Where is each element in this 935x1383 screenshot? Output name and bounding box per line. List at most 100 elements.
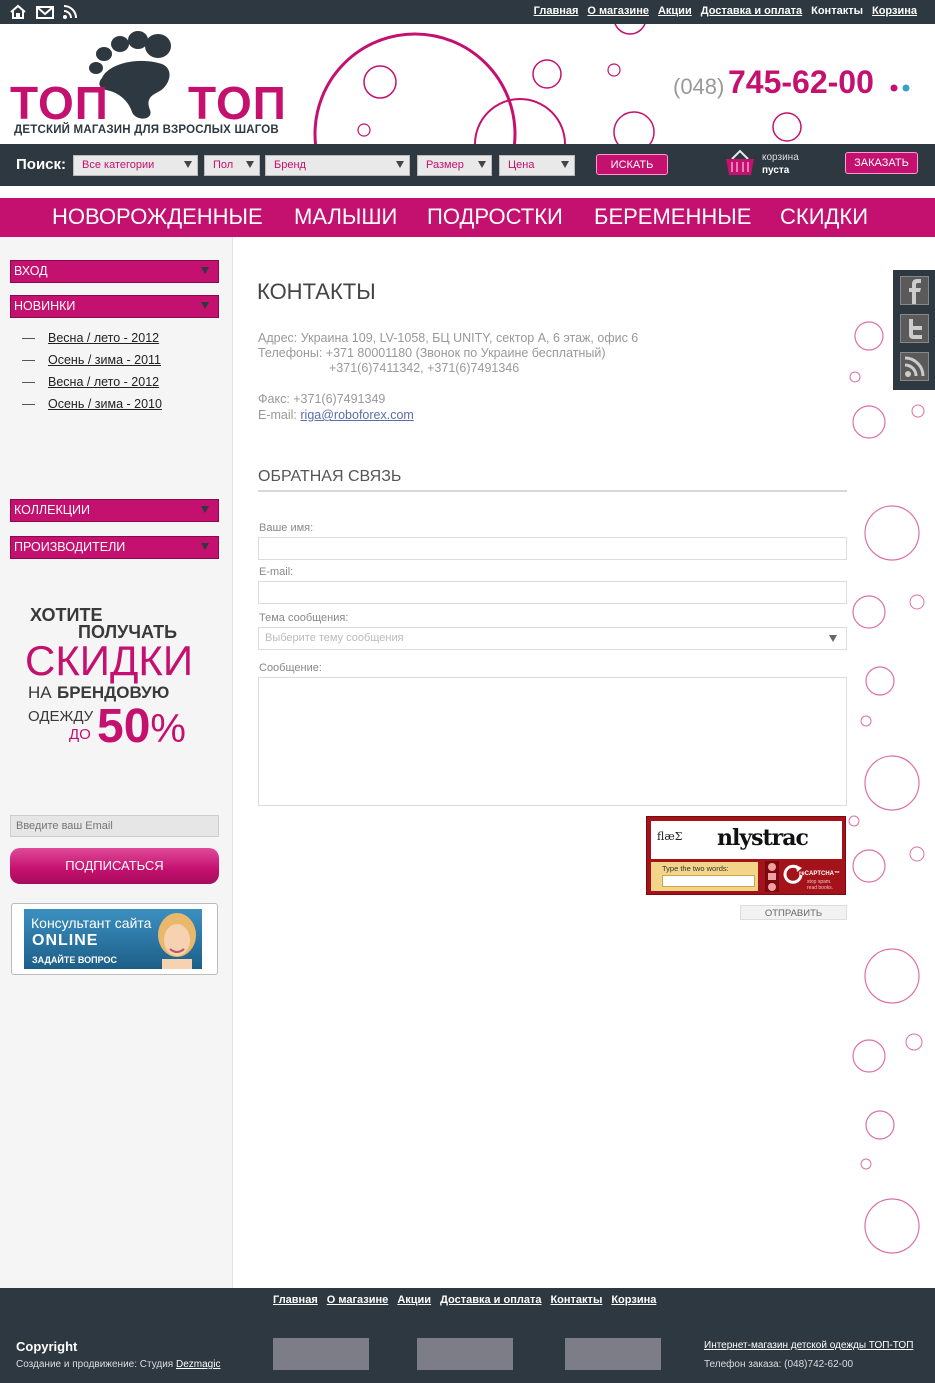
consultant-avatar bbox=[158, 913, 196, 969]
filter-price[interactable]: Цена bbox=[499, 155, 575, 176]
footer-banner-2[interactable] bbox=[417, 1338, 513, 1370]
message-label: Сообщение: bbox=[259, 662, 322, 674]
nav-pregnant[interactable]: БЕРЕМЕННЫЕ bbox=[594, 204, 751, 230]
footer-copyright: Copyright bbox=[16, 1339, 78, 1354]
consultant-banner[interactable]: Консультант сайта ONLINE ЗАДАЙТЕ ВОПРОС bbox=[11, 903, 218, 975]
mail-icon[interactable] bbox=[36, 4, 54, 20]
top-icons bbox=[10, 4, 78, 20]
captcha-word2: nlystrac bbox=[717, 825, 809, 851]
nav-babies[interactable]: МАЛЫШИ bbox=[294, 204, 397, 230]
subscribe-email-input[interactable] bbox=[10, 815, 219, 837]
top-nav-cart[interactable]: Корзина bbox=[872, 5, 917, 17]
dash bbox=[22, 338, 35, 339]
home-icon[interactable] bbox=[10, 4, 26, 20]
filter-brand[interactable]: Бренд bbox=[265, 155, 410, 176]
contact-phones-extra: +371(6)7411342, +371(6)7491346 bbox=[329, 361, 520, 375]
consultant-ask: ЗАДАЙТЕ ВОПРОС bbox=[32, 955, 117, 965]
message-textarea[interactable] bbox=[258, 677, 847, 806]
left-sidebar: ВХОД НОВИНКИ Весна / лето - 2012 Осень /… bbox=[0, 237, 233, 1288]
twitter-icon[interactable] bbox=[900, 314, 929, 343]
filter-category[interactable]: Все категории bbox=[73, 155, 198, 176]
rss-icon[interactable] bbox=[900, 352, 929, 381]
footer-nav-contacts[interactable]: Контакты bbox=[550, 1294, 602, 1306]
dash bbox=[22, 360, 35, 361]
footer-banner-1[interactable] bbox=[273, 1338, 369, 1370]
footer-nav-promos[interactable]: Акции bbox=[397, 1294, 431, 1306]
promo-discounts: СКИДКИ bbox=[25, 637, 194, 684]
filter-gender-value: Пол bbox=[213, 159, 234, 171]
promo-clothes: ОДЕЖДУ bbox=[28, 708, 94, 725]
cart-title: корзина bbox=[762, 152, 799, 163]
subject-select[interactable]: Выберите тему сообщения bbox=[258, 627, 847, 650]
nav-newborns[interactable]: НОВОРОЖДЕННЫЕ bbox=[52, 204, 263, 230]
phone-number: 745-62-00 bbox=[728, 64, 874, 100]
footer-credit-link[interactable]: Dezmagic bbox=[176, 1359, 220, 1370]
sidebar-new-item[interactable]: Весна / лето - 2012 bbox=[48, 375, 159, 389]
sidebar-collections[interactable]: КОЛЛЕКЦИИ bbox=[10, 499, 219, 522]
top-nav-contacts[interactable]: Контакты bbox=[811, 5, 863, 17]
nav-sale[interactable]: СКИДКИ bbox=[780, 204, 868, 230]
captcha-answer-box: Type the two words: bbox=[651, 862, 758, 891]
footer-nav-cart[interactable]: Корзина bbox=[611, 1294, 656, 1306]
filter-size[interactable]: Размер bbox=[417, 155, 492, 176]
order-button[interactable]: ЗАКАЗАТЬ bbox=[845, 152, 918, 174]
nav-teens[interactable]: ПОДРОСТКИ bbox=[427, 204, 563, 230]
send-button[interactable]: ОТПРАВИТЬ bbox=[740, 905, 847, 920]
main-nav: НОВОРОЖДЕННЫЕ МАЛЫШИ ПОДРОСТКИ БЕРЕМЕННЫ… bbox=[0, 198, 935, 237]
footer-order-phone: Телефон заказа: (048)742-62-00 bbox=[704, 1359, 854, 1370]
contact-fax: Факс: +371(6)7491349 bbox=[258, 392, 386, 406]
consultant-title: Консультант сайта bbox=[31, 915, 152, 931]
filter-gender[interactable]: Пол bbox=[204, 155, 260, 176]
top-nav-delivery[interactable]: Доставка и оплата bbox=[701, 5, 802, 17]
sidebar-new-label: НОВИНКИ bbox=[14, 299, 76, 313]
promo-percent-sign: % bbox=[150, 707, 186, 751]
top-nav-home[interactable]: Главная bbox=[534, 5, 579, 17]
filter-price-value: Цена bbox=[508, 159, 535, 171]
footer-nav-home[interactable]: Главная bbox=[273, 1294, 318, 1306]
contact-email-row: E-mail: riga@roboforex.com bbox=[258, 408, 414, 422]
chevron-down-icon bbox=[201, 267, 209, 274]
footer-banner-3[interactable] bbox=[565, 1338, 661, 1370]
contact-email-link[interactable]: riga@roboforex.com bbox=[300, 408, 413, 422]
recaptcha-tagline: stop spam. read books. bbox=[807, 879, 833, 891]
email-input[interactable] bbox=[258, 581, 847, 604]
chevron-down-icon bbox=[478, 161, 486, 168]
sidebar-manufacturers[interactable]: ПРОИЗВОДИТЕЛИ bbox=[10, 536, 219, 559]
footer-nav-about[interactable]: О магазине bbox=[327, 1294, 389, 1306]
captcha-answer-input[interactable] bbox=[662, 875, 755, 887]
captcha-prompt: Type the two words: bbox=[662, 864, 729, 873]
sidebar-new[interactable]: НОВИНКИ bbox=[10, 295, 219, 318]
search-button[interactable]: ИСКАТЬ bbox=[596, 154, 668, 175]
sidebar-collections-label: КОЛЛЕКЦИИ bbox=[14, 503, 90, 517]
name-input[interactable] bbox=[258, 537, 847, 560]
rss-icon[interactable] bbox=[62, 4, 78, 20]
sidebar-new-item[interactable]: Осень / зима - 2010 bbox=[48, 397, 162, 411]
subscribe-button[interactable]: ПОДПИСАТЬСЯ bbox=[10, 848, 219, 884]
chevron-down-icon bbox=[561, 161, 569, 168]
chevron-down-icon bbox=[829, 635, 837, 642]
basket-icon[interactable] bbox=[724, 149, 756, 177]
recaptcha-brand: reCAPTCHA™ bbox=[799, 871, 841, 877]
sidebar-new-item[interactable]: Весна / лето - 2012 bbox=[48, 331, 159, 345]
footer-nav: Главная О магазине Акции Доставка и опла… bbox=[273, 1294, 656, 1306]
top-nav-about[interactable]: О магазине bbox=[587, 5, 649, 17]
refresh-icon[interactable] bbox=[768, 863, 776, 871]
recaptcha-tagline2: read books. bbox=[807, 885, 834, 891]
facebook-icon[interactable] bbox=[900, 276, 929, 305]
chevron-down-icon bbox=[201, 543, 209, 550]
footer-shop-link[interactable]: Интернет-магазин детской одежды ТОП-ТОП bbox=[704, 1340, 913, 1351]
sidebar-login-label: ВХОД bbox=[14, 264, 48, 278]
help-icon[interactable] bbox=[768, 883, 776, 891]
audio-icon[interactable] bbox=[768, 873, 776, 880]
email-label: E-mail: bbox=[259, 566, 294, 578]
footer-nav-delivery[interactable]: Доставка и оплата bbox=[440, 1294, 541, 1306]
sidebar-login[interactable]: ВХОД bbox=[10, 260, 219, 283]
chevron-down-icon bbox=[201, 506, 209, 513]
top-nav: Главная О магазине Акции Доставка и опла… bbox=[534, 5, 917, 17]
logo-word-left: ТОП bbox=[10, 77, 109, 129]
promo-upto: ДО bbox=[69, 726, 91, 743]
sidebar-new-item[interactable]: Осень / зима - 2011 bbox=[48, 353, 161, 367]
top-nav-promos[interactable]: Акции bbox=[658, 5, 692, 17]
name-label: Ваше имя: bbox=[259, 522, 314, 534]
top-bar: Главная О магазине Акции Доставка и опла… bbox=[0, 0, 935, 24]
